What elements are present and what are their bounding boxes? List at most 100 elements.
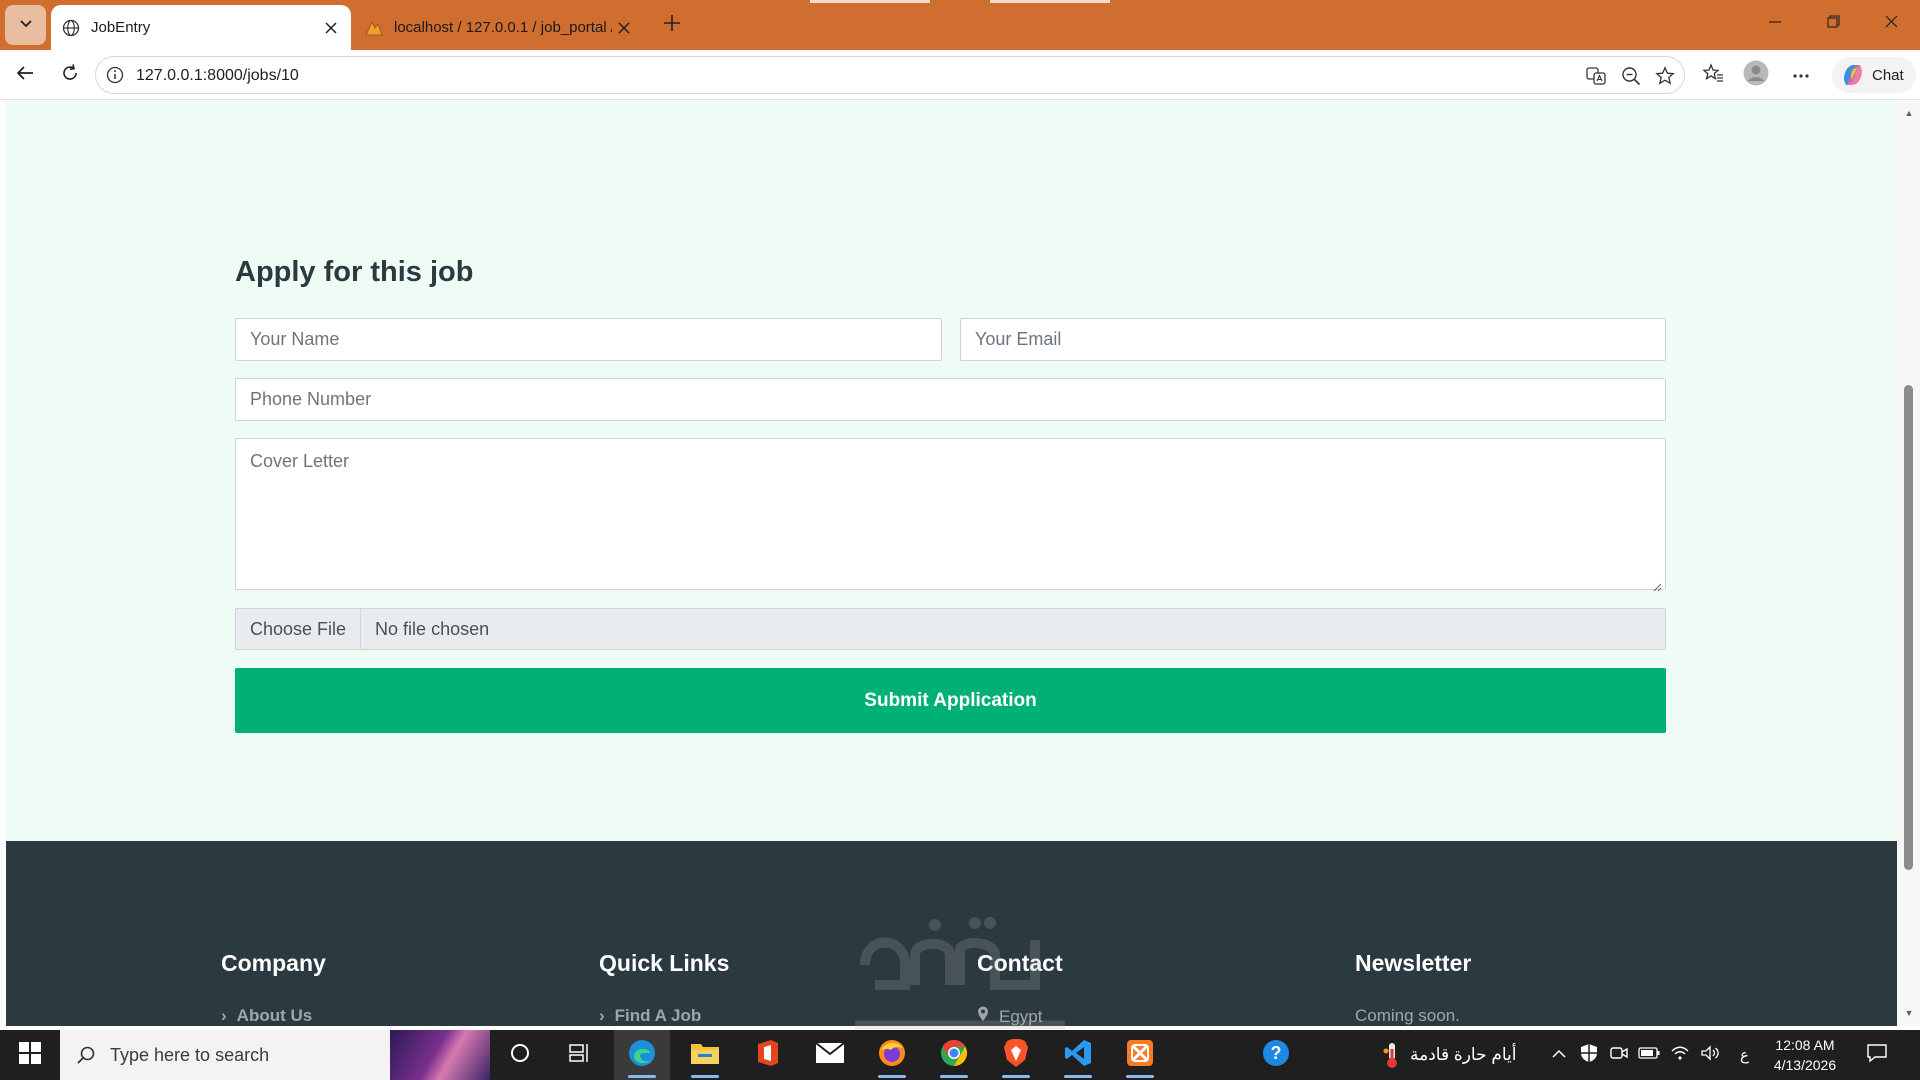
- xampp-icon: [1126, 1039, 1154, 1072]
- footer-column-quick-links: Quick Links › Find A Job: [599, 950, 729, 1025]
- vscode-icon: [1064, 1039, 1092, 1072]
- arrow-left-icon: [15, 63, 35, 88]
- windows-taskbar: Type here to search ? أيام حارة قادمة ع …: [0, 1030, 1920, 1080]
- page-scrollbar[interactable]: ▲ ▼: [1897, 101, 1920, 1026]
- minimize-icon: [1769, 15, 1781, 33]
- meet-now-tray-icon[interactable]: [1610, 1030, 1628, 1080]
- more-icon: [1792, 66, 1810, 84]
- close-tab-icon[interactable]: [319, 16, 343, 40]
- taskbar-app-office[interactable]: [740, 1030, 796, 1080]
- cortana-circle-icon: [510, 1043, 530, 1068]
- taskbar-app-mail[interactable]: [802, 1030, 858, 1080]
- cover-letter-textarea[interactable]: Cover Letter: [235, 438, 1666, 592]
- apply-form-title: Apply for this job: [235, 256, 474, 288]
- thermometer-icon: [1382, 1041, 1402, 1069]
- tab-title: JobEntry: [91, 19, 151, 36]
- minimize-button[interactable]: [1752, 8, 1798, 40]
- phone-input[interactable]: Phone Number: [235, 378, 1666, 421]
- footer-link-about-us[interactable]: › About Us: [221, 1006, 312, 1026]
- battery-icon: [1638, 1046, 1660, 1064]
- taskbar-clock[interactable]: 12:08 AM 4/13/2026: [1760, 1035, 1850, 1075]
- footer-link-find-a-job[interactable]: › Find A Job: [599, 1006, 701, 1026]
- notifications-button[interactable]: [1866, 1030, 1888, 1080]
- titlebar-highlight: [810, 0, 930, 3]
- page-content: Apply for this job Your Name Your Email …: [6, 101, 1897, 1026]
- translate-icon[interactable]: [1582, 62, 1610, 90]
- footer-heading: Company: [221, 950, 326, 976]
- copilot-chat-button[interactable]: Chat: [1832, 57, 1916, 93]
- start-button[interactable]: [0, 1030, 60, 1080]
- back-button[interactable]: [9, 59, 41, 91]
- tab-jobentry[interactable]: JobEntry: [51, 5, 351, 50]
- footer-heading: Contact: [977, 950, 1063, 976]
- task-view-button[interactable]: [492, 1030, 548, 1080]
- restore-button[interactable]: [1810, 8, 1856, 40]
- security-tray-icon[interactable]: [1580, 1030, 1598, 1080]
- close-window-button[interactable]: [1868, 8, 1914, 40]
- scrollbar-thumb[interactable]: [1904, 385, 1913, 870]
- new-tab-button[interactable]: [656, 11, 688, 39]
- taskbar-app-file-explorer[interactable]: [677, 1030, 733, 1080]
- zoom-out-icon[interactable]: [1617, 62, 1645, 90]
- tab-title: localhost / 127.0.0.1 / job_portal /: [394, 19, 612, 36]
- footer-heading: Newsletter: [1355, 950, 1472, 976]
- footer-contact-text: Egypt: [999, 1006, 1043, 1026]
- url-text[interactable]: 127.0.0.1:8000/jobs/10: [136, 67, 299, 85]
- taskbar-app-chrome[interactable]: [926, 1030, 982, 1080]
- taskbar-app-firefox[interactable]: [864, 1030, 920, 1080]
- widgets-button[interactable]: [552, 1030, 608, 1080]
- footer-column-newsletter: Newsletter Coming soon.: [1355, 950, 1472, 1025]
- show-hidden-icons-button[interactable]: [1552, 1030, 1566, 1080]
- taskbar-app-vscode[interactable]: [1050, 1030, 1106, 1080]
- folder-icon: [690, 1040, 720, 1071]
- titlebar-highlight: [990, 0, 1110, 3]
- copilot-icon: [1840, 62, 1866, 88]
- battery-tray-icon[interactable]: [1638, 1030, 1660, 1080]
- email-input[interactable]: Your Email: [960, 318, 1666, 361]
- name-input[interactable]: Your Name: [235, 318, 942, 361]
- brave-icon: [1002, 1038, 1030, 1073]
- footer-link-label: About Us: [236, 1006, 313, 1025]
- search-placeholder: Type here to search: [110, 1044, 270, 1065]
- reload-icon: [60, 63, 80, 88]
- weather-widget[interactable]: أيام حارة قادمة: [1382, 1030, 1517, 1080]
- avatar: [1743, 60, 1769, 91]
- browser-toolbar: 127.0.0.1:8000/jobs/10 Chat: [0, 50, 1920, 100]
- taskbar-app-help[interactable]: ?: [1248, 1030, 1304, 1080]
- address-bar[interactable]: 127.0.0.1:8000/jobs/10: [95, 56, 1685, 94]
- star-icon[interactable]: [1651, 62, 1679, 90]
- mail-icon: [815, 1041, 845, 1069]
- network-tray-icon[interactable]: [1670, 1030, 1690, 1080]
- resume-file-input[interactable]: Choose File No file chosen: [235, 608, 1666, 650]
- profile-button[interactable]: [1740, 59, 1772, 91]
- settings-menu-button[interactable]: [1785, 59, 1817, 91]
- taskbar-search-box[interactable]: Type here to search: [60, 1030, 490, 1080]
- camera-icon: [1610, 1045, 1628, 1066]
- resize-handle-icon[interactable]: [1652, 576, 1662, 592]
- favorites-button[interactable]: [1697, 59, 1729, 91]
- site-info-icon[interactable]: [105, 65, 125, 85]
- choose-file-button[interactable]: Choose File: [236, 609, 362, 649]
- tab-actions-menu-button[interactable]: [5, 5, 46, 45]
- chevron-down-icon: [18, 15, 34, 36]
- restore-icon: [1826, 15, 1840, 33]
- windows-logo-icon: [19, 1041, 41, 1069]
- close-tab-icon[interactable]: [612, 16, 636, 40]
- favorites-icon: [1702, 62, 1724, 88]
- tab-phpmyadmin[interactable]: localhost / 127.0.0.1 / job_portal /: [354, 5, 644, 50]
- footer-newsletter-text: Coming soon.: [1355, 1006, 1460, 1025]
- volume-tray-icon[interactable]: [1700, 1030, 1720, 1080]
- taskbar-app-brave[interactable]: [988, 1030, 1044, 1080]
- taskbar-app-edge[interactable]: [614, 1030, 670, 1080]
- submit-application-button[interactable]: Submit Application: [235, 668, 1666, 733]
- reload-button[interactable]: [54, 59, 86, 91]
- file-status-text: No file chosen: [375, 618, 490, 639]
- input-language-indicator[interactable]: ع: [1740, 1030, 1749, 1080]
- taskbar-app-xampp[interactable]: [1112, 1030, 1168, 1080]
- plus-icon: [663, 14, 681, 37]
- scroll-up-icon[interactable]: ▲: [1903, 107, 1915, 119]
- scroll-down-icon[interactable]: ▼: [1903, 1007, 1915, 1019]
- globe-icon: [61, 18, 81, 38]
- clock-time: 12:08 AM: [1775, 1037, 1835, 1053]
- office-icon: [755, 1039, 781, 1072]
